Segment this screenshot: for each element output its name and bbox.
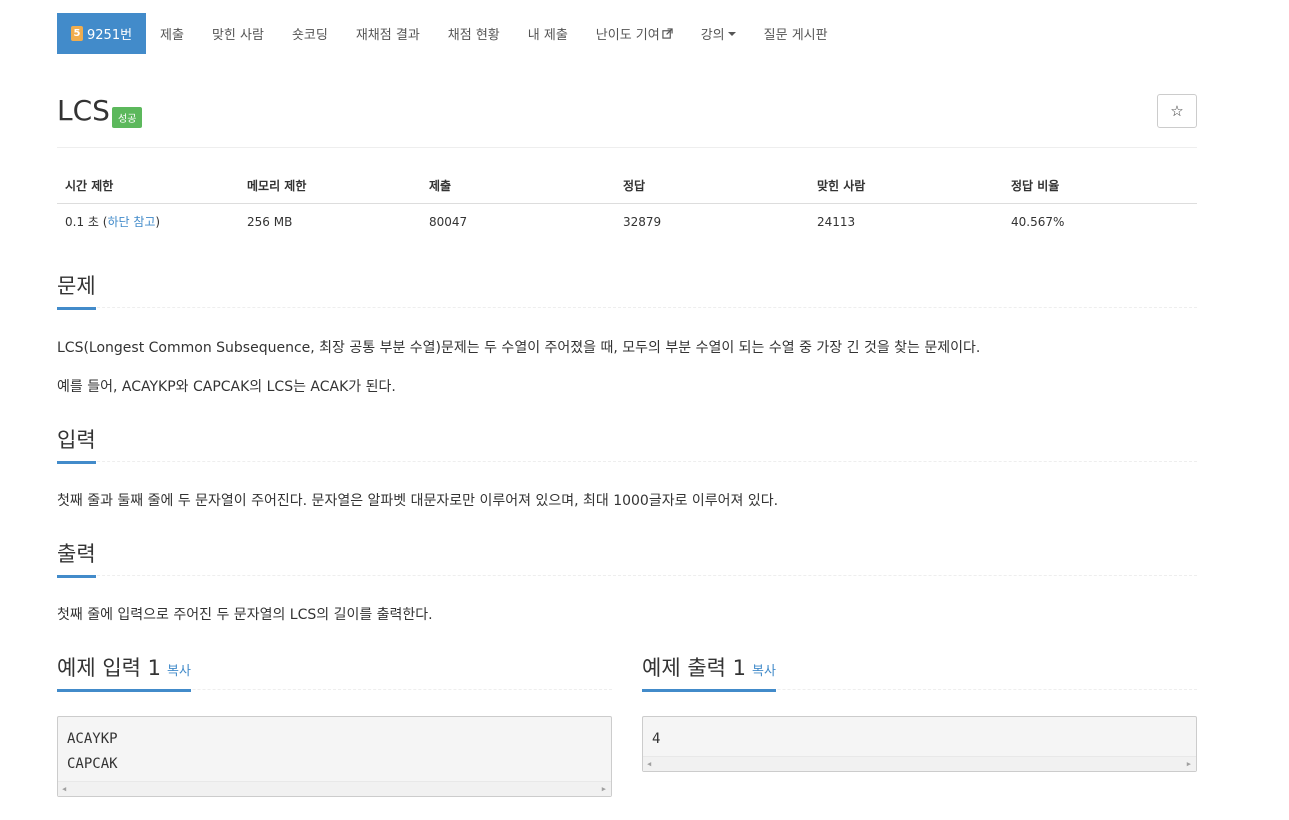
nav-status[interactable]: 채점 현황 <box>434 13 514 54</box>
nav-lectures[interactable]: 강의 <box>687 13 750 54</box>
nav-rejudge[interactable]: 재채점 결과 <box>342 13 434 54</box>
nav-submit[interactable]: 제출 <box>146 13 198 54</box>
submissions-value: 80047 <box>429 214 468 229</box>
problem-heading: 문제 <box>57 270 96 310</box>
sample-output-header: 예제 출력 1 복사 <box>642 650 1197 692</box>
caret-down-icon <box>727 31 736 36</box>
sample-output-section: 예제 출력 1 복사 4 ◀ ▶ <box>642 650 1197 772</box>
output-heading: 출력 <box>57 538 96 578</box>
sample-input-header: 예제 입력 1 복사 <box>57 650 612 692</box>
nav-my-submissions[interactable]: 내 제출 <box>514 13 582 54</box>
input-header: 입력 <box>57 422 1197 464</box>
problem-nav: 5 9251번 제출 맞힌 사람 숏코딩 재채점 결과 채점 현황 내 제출 난… <box>57 13 842 54</box>
problem-section: 문제 LCS(Longest Common Subsequence, 최장 공통… <box>57 268 1197 399</box>
sample-input-title: 예제 입력 1 <box>57 656 161 680</box>
input-description: 첫째 줄과 둘째 줄에 두 문자열이 주어진다. 문자열은 알파벳 대문자로만 … <box>57 493 779 509</box>
ratio-value: 40.567% <box>1011 214 1065 229</box>
external-link-icon <box>662 28 673 39</box>
horizontal-scrollbar[interactable]: ◀ ▶ <box>643 756 1196 771</box>
time-limit-value: 0.1 초 ( <box>65 215 108 229</box>
time-limit-cell: 0.1 초 (하단 참고) <box>57 204 239 240</box>
star-icon: ☆ <box>1170 102 1184 120</box>
problem-info-table: 시간 제한 메모리 제한 제출 정답 맞힌 사람 정답 비율 0.1 초 (하단… <box>57 168 1197 239</box>
time-limit-suffix: ) <box>155 215 161 229</box>
sample-input-heading: 예제 입력 1 복사 <box>57 652 191 692</box>
sample-output-line: 4 <box>652 731 661 747</box>
header-accepted: 정답 <box>615 168 809 204</box>
output-header: 출력 <box>57 536 1197 578</box>
nav-difficulty[interactable]: 난이도 기여 <box>582 13 687 54</box>
output-section: 출력 첫째 줄에 입력으로 주어진 두 문자열의 LCS의 길이를 출력한다. <box>57 536 1197 627</box>
sample-input-content: ACAYKP CAPCAK <box>58 717 611 781</box>
table-header-row: 시간 제한 메모리 제한 제출 정답 맞힌 사람 정답 비율 <box>57 168 1197 204</box>
status-badge: 성공 <box>112 107 143 128</box>
nav-short-coding[interactable]: 숏코딩 <box>278 13 342 54</box>
header-memory-limit: 메모리 제한 <box>239 168 421 204</box>
scroll-left-arrow-icon[interactable]: ◀ <box>647 760 651 768</box>
problem-paragraph-1: LCS(Longest Common Subsequence, 최장 공통 부분… <box>57 340 981 356</box>
scroll-left-arrow-icon[interactable]: ◀ <box>62 785 66 793</box>
copy-output-button[interactable]: 복사 <box>752 664 776 679</box>
problem-header: 문제 <box>57 268 1197 310</box>
header-submissions: 제출 <box>421 168 615 204</box>
favorite-star-button[interactable]: ☆ <box>1157 94 1197 128</box>
title-row: LCS 성공 ☆ <box>57 92 1197 148</box>
sample-input-line: ACAYKP <box>67 731 118 747</box>
solvers-value: 24113 <box>817 214 856 229</box>
sample-output-title: 예제 출력 1 <box>642 656 746 680</box>
nav-board[interactable]: 질문 게시판 <box>750 13 842 54</box>
nav-solvers[interactable]: 맞힌 사람 <box>198 13 278 54</box>
problem-paragraph-2: 예를 들어, ACAYKP와 CAPCAK의 LCS는 ACAK가 된다. <box>57 379 396 395</box>
sample-output-box[interactable]: 4 ◀ ▶ <box>642 716 1197 772</box>
input-heading: 입력 <box>57 424 96 464</box>
scroll-right-arrow-icon[interactable]: ▶ <box>1187 760 1191 768</box>
input-section: 입력 첫째 줄과 둘째 줄에 두 문자열이 주어진다. 문자열은 알파벳 대문자… <box>57 422 1197 513</box>
nav-problem-number[interactable]: 5 9251번 <box>57 13 147 54</box>
tier-badge-icon: 5 <box>71 26 83 41</box>
sample-output-heading: 예제 출력 1 복사 <box>642 652 776 692</box>
table-row: 0.1 초 (하단 참고) 256 MB 80047 32879 24113 4… <box>57 204 1197 240</box>
problem-number-label: 9251번 <box>87 28 133 43</box>
time-limit-note-link[interactable]: 하단 참고 <box>107 215 155 229</box>
horizontal-scrollbar[interactable]: ◀ ▶ <box>58 781 611 796</box>
copy-input-button[interactable]: 복사 <box>167 664 191 679</box>
header-ratio: 정답 비율 <box>1003 168 1197 204</box>
nav-difficulty-label: 난이도 기여 <box>595 28 660 43</box>
page-title: LCS <box>57 94 110 127</box>
sample-input-line: CAPCAK <box>67 756 118 772</box>
sample-input-box[interactable]: ACAYKP CAPCAK ◀ ▶ <box>57 716 612 797</box>
sample-output-content: 4 <box>643 717 1196 756</box>
sample-input-section: 예제 입력 1 복사 ACAYKP CAPCAK ◀ ▶ <box>57 650 612 797</box>
header-solvers: 맞힌 사람 <box>809 168 1003 204</box>
accepted-value: 32879 <box>623 214 662 229</box>
output-description: 첫째 줄에 입력으로 주어진 두 문자열의 LCS의 길이를 출력한다. <box>57 607 433 623</box>
header-time-limit: 시간 제한 <box>57 168 239 204</box>
nav-lectures-label: 강의 <box>700 28 725 43</box>
memory-limit-value: 256 MB <box>247 214 293 229</box>
scroll-right-arrow-icon[interactable]: ▶ <box>602 785 606 793</box>
